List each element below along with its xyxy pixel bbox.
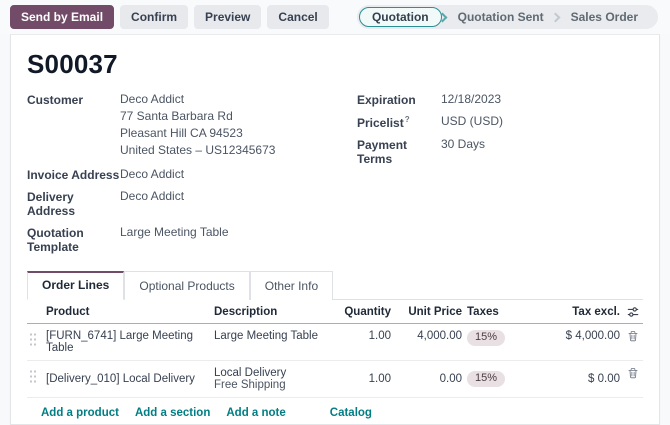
- customer-label: Customer: [27, 92, 120, 160]
- field-quotation-template: Quotation Template Large Meeting Table: [27, 225, 357, 254]
- record-title[interactable]: S00037: [27, 49, 643, 80]
- customer-name[interactable]: Deco Addict: [120, 92, 275, 106]
- quotation-template-label: Quotation Template: [27, 225, 120, 254]
- cancel-button[interactable]: Cancel: [267, 5, 328, 29]
- table-header-row: Product Description Quantity Unit Price …: [27, 300, 643, 324]
- pricelist-label-text: Pricelist: [357, 116, 404, 130]
- col-taxes: Taxes: [467, 306, 523, 318]
- tax-badge[interactable]: 15%: [467, 371, 505, 387]
- col-quantity: Quantity: [337, 306, 391, 318]
- cell-quantity[interactable]: 1.00: [337, 373, 391, 385]
- catalog-link[interactable]: Catalog: [330, 407, 372, 419]
- send-by-email-button[interactable]: Send by Email: [10, 5, 114, 29]
- fields-right-column: Expiration 12/18/2023 Pricelist? USD (US…: [357, 92, 643, 261]
- delete-row-icon[interactable]: [625, 367, 641, 379]
- cell-quantity[interactable]: 1.00: [337, 330, 391, 342]
- delivery-address-label: Delivery Address: [27, 189, 120, 218]
- add-a-note-link[interactable]: Add a note: [226, 407, 285, 419]
- cell-tax-excl: $ 4,000.00: [528, 330, 620, 342]
- confirm-button[interactable]: Confirm: [120, 5, 188, 29]
- cell-unit-price[interactable]: 0.00: [396, 373, 462, 385]
- tab-other-info[interactable]: Other Info: [250, 271, 333, 300]
- drag-handle-icon[interactable]: [29, 369, 37, 383]
- expiration-label: Expiration: [357, 92, 441, 107]
- invoice-address-value[interactable]: Deco Addict: [120, 167, 184, 182]
- delivery-address-value[interactable]: Deco Addict: [120, 189, 184, 218]
- cell-description[interactable]: Large Meeting Table: [214, 330, 332, 342]
- col-description: Description: [214, 306, 332, 318]
- customer-address-line: 77 Santa Barbara Rd: [120, 109, 275, 123]
- cell-tax-excl: $ 0.00: [528, 373, 620, 385]
- top-toolbar: Send by Email Confirm Preview Cancel Quo…: [0, 0, 670, 34]
- action-buttons: Send by Email Confirm Preview Cancel: [10, 5, 329, 29]
- field-delivery-address: Delivery Address Deco Addict: [27, 189, 357, 218]
- drag-handle-icon[interactable]: [29, 332, 37, 346]
- customer-address-line: United States – US12345673: [120, 143, 275, 157]
- chevron-right-icon: [550, 12, 560, 22]
- customer-value[interactable]: Deco Addict 77 Santa Barbara Rd Pleasant…: [120, 92, 275, 160]
- cell-unit-price[interactable]: 4,000.00: [396, 330, 462, 342]
- optional-columns-icon[interactable]: [625, 306, 641, 318]
- payment-terms-label: Payment Terms: [357, 137, 441, 166]
- statusbar-step-sales-order[interactable]: Sales Order: [563, 8, 646, 26]
- add-a-product-link[interactable]: Add a product: [41, 407, 119, 419]
- help-marker-icon[interactable]: ?: [405, 115, 410, 124]
- fields-left-column: Customer Deco Addict 77 Santa Barbara Rd…: [27, 92, 357, 261]
- col-unit-price: Unit Price: [396, 306, 462, 318]
- description-line-1: Local Delivery: [214, 367, 332, 379]
- notebook-tabs: Order Lines Optional Products Other Info: [27, 271, 643, 300]
- table-row[interactable]: [FURN_6741] Large Meeting Table Large Me…: [27, 324, 643, 361]
- tab-order-lines[interactable]: Order Lines: [27, 271, 124, 300]
- quotation-sheet: S00037 Customer Deco Addict 77 Santa Bar…: [10, 34, 660, 425]
- quotation-template-value[interactable]: Large Meeting Table: [120, 225, 229, 254]
- col-product: Product: [46, 306, 209, 318]
- delete-row-icon[interactable]: [625, 330, 641, 342]
- table-row[interactable]: [Delivery_010] Local Delivery Local Deli…: [27, 361, 643, 398]
- description-line-2: Free Shipping: [214, 379, 332, 391]
- preview-button[interactable]: Preview: [194, 5, 261, 29]
- statusbar: Quotation Quotation Sent Sales Order: [357, 5, 658, 29]
- pricelist-value[interactable]: USD (USD): [441, 114, 503, 130]
- cell-description[interactable]: Local Delivery Free Shipping: [214, 367, 332, 391]
- add-a-section-link[interactable]: Add a section: [135, 407, 210, 419]
- field-payment-terms: Payment Terms 30 Days: [357, 137, 643, 166]
- col-tax-excl: Tax excl.: [528, 306, 620, 318]
- customer-address-line: Pleasant Hill CA 94523: [120, 126, 275, 140]
- cell-taxes[interactable]: 15%: [467, 371, 523, 387]
- statusbar-step-quotation[interactable]: Quotation: [359, 7, 442, 27]
- field-pricelist: Pricelist? USD (USD): [357, 114, 643, 130]
- payment-terms-value[interactable]: 30 Days: [441, 137, 485, 166]
- order-lines-table: Product Description Quantity Unit Price …: [27, 300, 643, 425]
- invoice-address-label: Invoice Address: [27, 167, 120, 182]
- field-customer: Customer Deco Addict 77 Santa Barbara Rd…: [27, 92, 357, 160]
- statusbar-step-quotation-sent[interactable]: Quotation Sent: [450, 8, 552, 26]
- header-fields: Customer Deco Addict 77 Santa Barbara Rd…: [27, 92, 643, 261]
- cell-taxes[interactable]: 15%: [467, 330, 523, 346]
- tab-optional-products[interactable]: Optional Products: [124, 271, 249, 300]
- expiration-value[interactable]: 12/18/2023: [441, 92, 501, 107]
- line-actions: Add a product Add a section Add a note C…: [27, 398, 643, 425]
- tax-badge[interactable]: 15%: [467, 330, 505, 346]
- pricelist-label: Pricelist?: [357, 114, 441, 130]
- field-expiration: Expiration 12/18/2023: [357, 92, 643, 107]
- cell-product[interactable]: [FURN_6741] Large Meeting Table: [46, 330, 209, 354]
- cell-product[interactable]: [Delivery_010] Local Delivery: [46, 373, 209, 385]
- field-invoice-address: Invoice Address Deco Addict: [27, 167, 357, 182]
